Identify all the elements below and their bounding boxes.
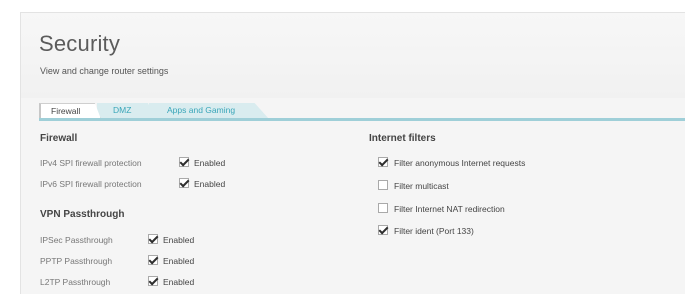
tab-apps-and-gaming[interactable]: Apps and Gaming bbox=[149, 103, 269, 119]
ipsec-checkbox[interactable] bbox=[148, 234, 158, 244]
ipv4-spi-enabled-label: Enabled bbox=[194, 158, 226, 168]
internet-filters-title: Internet filters bbox=[369, 133, 436, 144]
l2tp-enabled-label: Enabled bbox=[163, 277, 195, 287]
filter-nat-redirection-checkbox[interactable] bbox=[378, 203, 388, 213]
page-subtitle: View and change router settings bbox=[40, 66, 169, 76]
ipsec-enabled-label: Enabled bbox=[163, 235, 195, 245]
page-title: Security bbox=[39, 31, 121, 56]
ipsec-label: IPSec Passthrough bbox=[40, 235, 113, 245]
ipv6-spi-checkbox[interactable] bbox=[179, 178, 189, 188]
ipv6-spi-enabled-label: Enabled bbox=[194, 179, 226, 189]
filter-multicast-checkbox[interactable] bbox=[378, 180, 388, 190]
pptp-checkbox[interactable] bbox=[148, 255, 158, 265]
firewall-section-title: Firewall bbox=[40, 133, 78, 144]
filter-anonymous-label: Filter anonymous Internet requests bbox=[394, 158, 526, 168]
vpn-section-title: VPN Passthrough bbox=[40, 209, 125, 220]
filter-multicast-label: Filter multicast bbox=[394, 181, 449, 191]
ipv6-spi-label: IPv6 SPI firewall protection bbox=[40, 179, 142, 189]
page-header: Security View and change router settings bbox=[21, 13, 685, 98]
filter-anonymous-checkbox[interactable] bbox=[378, 157, 388, 167]
filter-ident-label: Filter ident (Port 133) bbox=[394, 226, 474, 236]
filter-nat-redirection-label: Filter Internet NAT redirection bbox=[394, 204, 505, 214]
ipv4-spi-checkbox[interactable] bbox=[179, 157, 189, 167]
pptp-label: PPTP Passthrough bbox=[40, 256, 113, 266]
tab-underline bbox=[39, 118, 685, 121]
l2tp-checkbox[interactable] bbox=[148, 276, 158, 286]
pptp-enabled-label: Enabled bbox=[163, 256, 195, 266]
tab-bar: Apps and Gaming DMZ Firewall bbox=[39, 103, 685, 119]
security-panel: Security View and change router settings… bbox=[20, 12, 685, 294]
filter-ident-checkbox[interactable] bbox=[378, 225, 388, 235]
tab-dmz[interactable]: DMZ bbox=[97, 103, 155, 119]
l2tp-label: L2TP Passthrough bbox=[40, 277, 111, 287]
tab-firewall[interactable]: Firewall bbox=[39, 103, 101, 119]
ipv4-spi-label: IPv4 SPI firewall protection bbox=[40, 158, 142, 168]
